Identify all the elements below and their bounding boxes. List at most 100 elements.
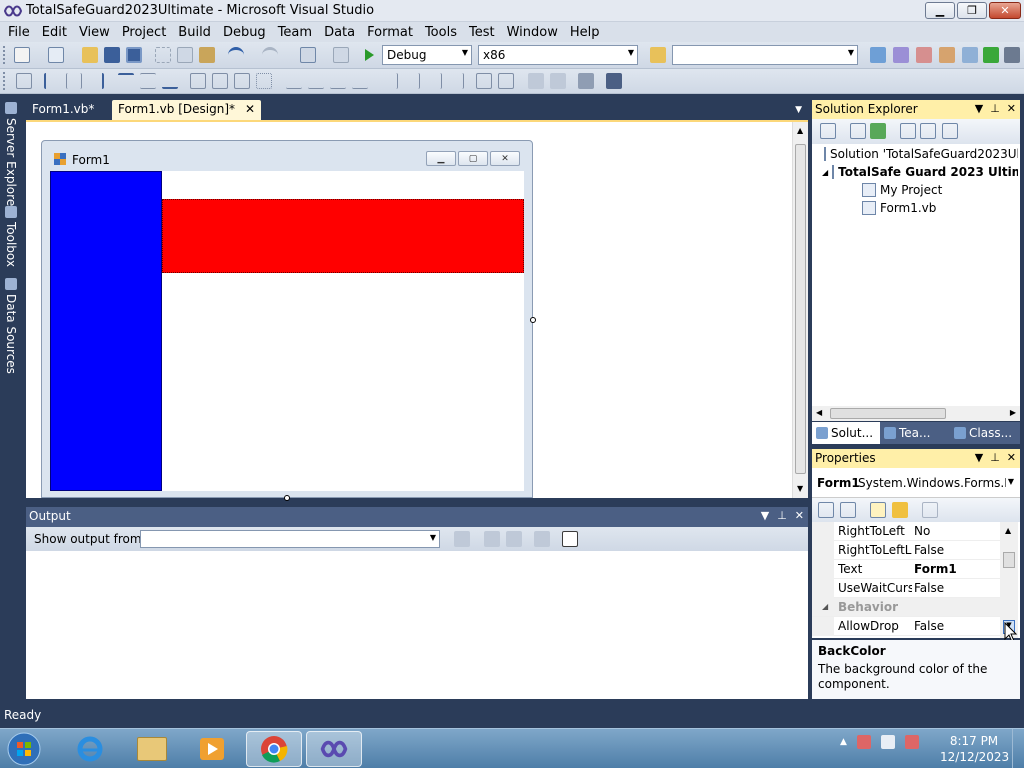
properties-window-icon[interactable] (893, 47, 909, 63)
open-file-icon[interactable] (82, 47, 98, 63)
show-desktop-button[interactable] (1012, 729, 1024, 768)
form-client-area[interactable] (50, 171, 524, 491)
scroll-left-icon[interactable]: ◀ (816, 408, 822, 417)
align-to-grid-icon[interactable] (16, 73, 32, 89)
start-page-icon[interactable] (983, 47, 999, 63)
show-output-from-select[interactable]: ▼ (140, 530, 440, 548)
form-designer[interactable]: Form1 ▁ ▢ ✕ ▲ ▼ (26, 120, 808, 501)
blue-panel[interactable] (50, 171, 162, 491)
layout-toolbar-options-icon[interactable] (606, 73, 622, 89)
menu-edit[interactable]: Edit (36, 25, 73, 40)
menu-build[interactable]: Build (172, 25, 217, 40)
property-value[interactable]: Form1 (914, 562, 1000, 576)
find-message-icon[interactable] (454, 531, 470, 547)
tree-node-solution[interactable]: Solution 'TotalSafeGuard2023Ultimate' (824, 147, 1018, 161)
form1-window[interactable]: Form1 ▁ ▢ ✕ (41, 140, 533, 498)
tab-team-explorer[interactable]: Tea... (880, 422, 950, 444)
extensions-icon[interactable] (962, 47, 978, 63)
previous-message-icon[interactable] (484, 531, 500, 547)
property-pages-icon[interactable] (922, 502, 938, 518)
make-same-width-icon[interactable] (190, 73, 206, 89)
refresh-icon[interactable] (870, 123, 886, 139)
view-designer-icon[interactable] (920, 123, 936, 139)
resize-handle-right[interactable] (530, 317, 536, 323)
property-value[interactable]: No (914, 524, 1000, 538)
property-row[interactable]: Text Form1 (812, 560, 1000, 579)
output-text-area[interactable] (26, 551, 808, 699)
align-tops-icon[interactable] (118, 73, 134, 89)
toolbox-tab[interactable]: Toolbox (2, 206, 20, 267)
minimize-button[interactable]: ▁ (925, 2, 955, 19)
tree-node-form1[interactable]: Form1.vb (862, 201, 1018, 215)
tab-solution-explorer[interactable]: Solut... (812, 422, 880, 444)
close-tab-icon[interactable]: ✕ (245, 102, 255, 116)
show-hidden-icons-icon[interactable]: ▲ (840, 737, 847, 747)
align-centers-icon[interactable] (66, 73, 82, 89)
close-icon[interactable]: ✕ (1007, 451, 1016, 464)
solution-platform-select[interactable]: x86 ▼ (478, 45, 638, 65)
add-item-icon[interactable] (48, 47, 64, 63)
copy-icon[interactable] (177, 47, 193, 63)
align-bottoms-icon[interactable] (162, 73, 178, 89)
network-icon[interactable] (880, 735, 895, 749)
auto-hide-pin-icon[interactable]: ⊥ (990, 451, 1000, 464)
red-panel[interactable] (162, 199, 524, 273)
taskbar-media-player[interactable] (184, 731, 240, 767)
menu-data[interactable]: Data (318, 25, 361, 40)
clear-all-icon[interactable] (534, 531, 550, 547)
make-same-height-icon[interactable] (212, 73, 228, 89)
menu-test[interactable]: Test (463, 25, 501, 40)
tab-order-icon[interactable] (578, 73, 594, 89)
menu-project[interactable]: Project (116, 25, 172, 40)
action-center-icon[interactable] (856, 735, 871, 749)
paste-icon[interactable] (199, 47, 215, 63)
find-in-files-icon[interactable] (650, 47, 666, 63)
scroll-right-icon[interactable]: ▶ (1010, 408, 1016, 417)
property-value[interactable]: False (914, 543, 1000, 557)
property-value[interactable]: False (914, 619, 1000, 633)
tree-node-project[interactable]: ◢ TotalSafe Guard 2023 Ultimate (822, 165, 1018, 179)
align-lefts-icon[interactable] (44, 73, 60, 89)
property-row[interactable]: RightToLeftLayout False (812, 541, 1000, 560)
designer-vertical-scrollbar[interactable]: ▲ ▼ (792, 122, 808, 498)
scroll-up-icon[interactable]: ▲ (797, 126, 803, 135)
close-icon[interactable]: ✕ (1007, 102, 1016, 115)
navigate-forward-icon[interactable] (333, 47, 349, 63)
property-row[interactable]: RightToLeft No (812, 522, 1000, 541)
toolbox-icon[interactable] (939, 47, 955, 63)
alphabetical-icon[interactable] (840, 502, 856, 518)
scroll-thumb[interactable] (795, 144, 806, 474)
scroll-thumb[interactable] (830, 408, 946, 419)
menu-file[interactable]: File (2, 25, 36, 40)
taskbar-internet-explorer[interactable] (62, 731, 118, 767)
menu-view[interactable]: View (73, 25, 116, 40)
tab-class-view[interactable]: Class... (950, 422, 1020, 444)
categorized-icon[interactable] (818, 502, 834, 518)
menu-format[interactable]: Format (361, 25, 419, 40)
object-selector[interactable]: Form1 System.Windows.Forms.Form ▼ (812, 468, 1020, 498)
taskbar-windows-explorer[interactable] (124, 731, 180, 767)
show-all-files-icon[interactable] (850, 123, 866, 139)
increase-vertical-spacing-icon[interactable] (404, 73, 420, 89)
toolbar-grip[interactable] (3, 46, 7, 64)
auto-hide-pin-icon[interactable]: ⊥ (990, 102, 1000, 115)
new-project-icon[interactable] (14, 47, 30, 63)
vertical-spacing-equal-icon[interactable] (382, 73, 398, 89)
menu-team[interactable]: Team (272, 25, 318, 40)
save-icon[interactable] (104, 47, 120, 63)
solution-explorer-horizontal-scrollbar[interactable]: ◀ ▶ (812, 406, 1020, 421)
navigate-backward-icon[interactable] (300, 47, 316, 63)
toolbar-options-icon[interactable] (1004, 47, 1020, 63)
bring-to-front-icon[interactable] (528, 73, 544, 89)
start-debugging-icon[interactable] (361, 47, 377, 63)
solution-explorer-icon[interactable] (870, 47, 886, 63)
close-button[interactable]: ✕ (989, 2, 1021, 19)
properties-view-icon[interactable] (870, 502, 886, 518)
window-position-icon[interactable]: ▼ (761, 509, 769, 522)
increase-horizontal-spacing-icon[interactable] (308, 73, 324, 89)
tree-node-my-project[interactable]: My Project (862, 183, 1018, 197)
taskbar-chrome[interactable] (246, 731, 302, 767)
solution-configuration-select[interactable]: Debug ▼ (382, 45, 472, 65)
window-position-icon[interactable]: ▼ (975, 451, 983, 464)
next-message-icon[interactable] (506, 531, 522, 547)
